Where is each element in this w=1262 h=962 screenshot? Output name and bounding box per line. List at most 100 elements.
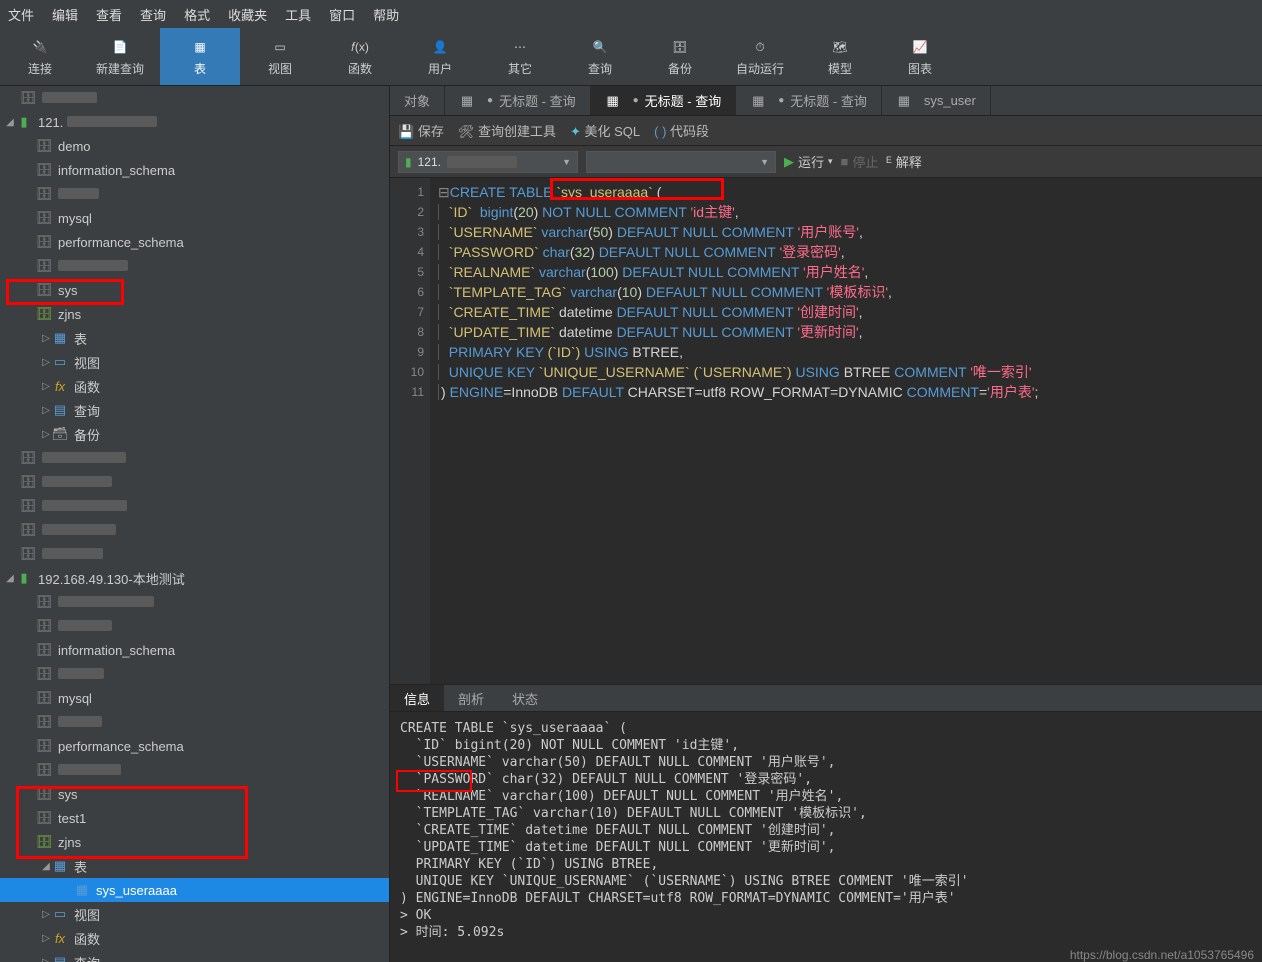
dbg-icon: 🗄	[36, 738, 52, 754]
db-mysql[interactable]: 🗄mysql	[0, 206, 389, 230]
tool-view[interactable]: ▭视图	[240, 28, 320, 85]
dbg-icon: 🗄	[36, 258, 52, 274]
zjns2-view[interactable]: ▷▭视图	[0, 902, 389, 926]
db2-information_schema[interactable]: 🗄information_schema	[0, 638, 389, 662]
tab-1[interactable]: ▦●无标题 - 查询	[445, 86, 591, 115]
editor-toolbar: 💾 保存 🛠 查询创建工具 ✦ 美化 SQL ( ) 代码段	[390, 116, 1262, 146]
db-performance_schema[interactable]: 🗄performance_schema	[0, 230, 389, 254]
db-blur2[interactable]: 🗄	[0, 182, 389, 206]
tool-user[interactable]: 👤用户	[400, 28, 480, 85]
menu-编辑[interactable]: 编辑	[52, 5, 78, 24]
zjns2-table[interactable]: ◢▦表	[0, 854, 389, 878]
db2-sys[interactable]: 🗄sys	[0, 782, 389, 806]
db2-blur3[interactable]: 🗄	[0, 662, 389, 686]
tab-3[interactable]: ▦●无标题 - 查询	[736, 86, 882, 115]
sql-editor[interactable]: 1234567891011 ⊟CREATE TABLE `sys_useraaa…	[390, 178, 1262, 684]
zjns-query[interactable]: ▷▤查询	[0, 398, 389, 422]
backup-icon: 🗃	[52, 426, 68, 442]
builder-button[interactable]: 🛠 查询创建工具	[458, 121, 556, 140]
db2-mysql[interactable]: 🗄mysql	[0, 686, 389, 710]
stop-button[interactable]: ■ 停止	[841, 152, 879, 171]
table-icon: ▦	[896, 93, 912, 109]
arrow-icon: ▷	[40, 429, 52, 440]
log-output[interactable]: CREATE TABLE `sys_useraaaa` ( `ID` bigin…	[390, 712, 1262, 962]
database-combo[interactable]: ▼	[586, 151, 776, 173]
log-tab-状态[interactable]: 状态	[498, 685, 552, 711]
blur-row-4[interactable]: 🗄	[0, 542, 389, 566]
log-tab-信息[interactable]: 信息	[390, 685, 444, 711]
db2-test1[interactable]: 🗄test1	[0, 806, 389, 830]
db2-blur5[interactable]: 🗄	[0, 710, 389, 734]
db2-blur1[interactable]: 🗄	[0, 614, 389, 638]
zjns-table[interactable]: ▷▦表	[0, 326, 389, 350]
conn-icon: ▮	[16, 570, 32, 586]
tab-bar: 对象▦●无标题 - 查询▦●无标题 - 查询▦●无标题 - 查询▦sys_use…	[390, 86, 1262, 116]
tool-other[interactable]: ⋯其它	[480, 28, 560, 85]
code-area[interactable]: ⊟CREATE TABLE `sys_useraaaa` ( `ID` bigi…	[430, 178, 1262, 684]
db-information_schema[interactable]: 🗄information_schema	[0, 158, 389, 182]
tool-table[interactable]: ▦表	[160, 28, 240, 85]
db2-blur7[interactable]: 🗄	[0, 758, 389, 782]
db2-zjns[interactable]: 🗄zjns	[0, 830, 389, 854]
blur-row-2[interactable]: 🗄	[0, 494, 389, 518]
zjns-backup[interactable]: ▷🗃备份	[0, 422, 389, 446]
blur-row-3[interactable]: 🗄	[0, 518, 389, 542]
menu-查询[interactable]: 查询	[140, 5, 166, 24]
db-blur[interactable]: 🗄	[0, 86, 389, 110]
tool-auto[interactable]: ⏱自动运行	[720, 28, 800, 85]
tab-0[interactable]: 对象	[390, 86, 445, 115]
dbg-icon: 🗄	[36, 714, 52, 730]
blur-row-1[interactable]: 🗄	[0, 470, 389, 494]
zjns2-fx[interactable]: ▷fx函数	[0, 926, 389, 950]
db-demo[interactable]: 🗄demo	[0, 134, 389, 158]
zjns-fx[interactable]: ▷fx函数	[0, 374, 389, 398]
menu-查看[interactable]: 查看	[96, 5, 122, 24]
tool-search[interactable]: 🔍查询	[560, 28, 640, 85]
tool-fx[interactable]: 𝑓(x)函数	[320, 28, 400, 85]
menu-帮助[interactable]: 帮助	[373, 5, 399, 24]
dbg-icon: 🗄	[36, 138, 52, 154]
beautify-button[interactable]: ✦ 美化 SQL	[570, 121, 640, 140]
dbg-icon: 🗄	[36, 282, 52, 298]
log-tab-剖析[interactable]: 剖析	[444, 685, 498, 711]
db-blur5[interactable]: 🗄	[0, 254, 389, 278]
view-icon: ▭	[269, 36, 291, 58]
dbg-icon: 🗄	[36, 186, 52, 202]
tool-query[interactable]: 📄新建查询	[80, 28, 160, 85]
table-sys-useraaaa[interactable]: ▦sys_useraaaa	[0, 878, 389, 902]
db-zjns[interactable]: 🗄zjns	[0, 302, 389, 326]
tool-plug[interactable]: 🔌连接	[0, 28, 80, 85]
db2-blur0[interactable]: 🗄	[0, 590, 389, 614]
db-sys[interactable]: 🗄sys	[0, 278, 389, 302]
zjns-view[interactable]: ▷▭视图	[0, 350, 389, 374]
db2-performance_schema[interactable]: 🗄performance_schema	[0, 734, 389, 758]
menu-格式[interactable]: 格式	[184, 5, 210, 24]
tab-2[interactable]: ▦●无标题 - 查询	[591, 86, 737, 115]
menu-窗口[interactable]: 窗口	[329, 5, 355, 24]
menu-收藏夹[interactable]: 收藏夹	[228, 5, 267, 24]
tool-backup[interactable]: 🗄备份	[640, 28, 720, 85]
explain-button[interactable]: ᴱ 解释	[886, 152, 921, 171]
menu-工具[interactable]: 工具	[285, 5, 311, 24]
table-icon: ▦	[52, 858, 68, 874]
connection-2[interactable]: ◢▮192.168.49.130-本地测试	[0, 566, 389, 590]
dbg-icon: 🗄	[20, 546, 36, 562]
tool-chart[interactable]: 📈图表	[880, 28, 960, 85]
arrow-icon: ▷	[40, 333, 52, 344]
menu-文件[interactable]: 文件	[8, 5, 34, 24]
arrow-icon: ▷	[40, 405, 52, 416]
dbg-icon: 🗄	[36, 162, 52, 178]
save-button[interactable]: 💾 保存	[398, 121, 444, 140]
connection-combo[interactable]: ▮121.▼	[398, 151, 578, 173]
content-area: 对象▦●无标题 - 查询▦●无标题 - 查询▦●无标题 - 查询▦sys_use…	[390, 86, 1262, 962]
tool-model[interactable]: 🗺模型	[800, 28, 880, 85]
zjns2-query[interactable]: ▷▤查询	[0, 950, 389, 962]
blur-row-0[interactable]: 🗄	[0, 446, 389, 470]
dbg-icon: 🗄	[36, 618, 52, 634]
line-gutter: 1234567891011	[390, 178, 430, 684]
connection-1[interactable]: ◢▮121.	[0, 110, 389, 134]
tab-4[interactable]: ▦sys_user	[882, 86, 991, 115]
arrow-icon: ◢	[4, 117, 16, 128]
run-button[interactable]: ▶ 运行 ▾	[784, 152, 833, 171]
snippet-button[interactable]: ( ) 代码段	[654, 121, 709, 140]
